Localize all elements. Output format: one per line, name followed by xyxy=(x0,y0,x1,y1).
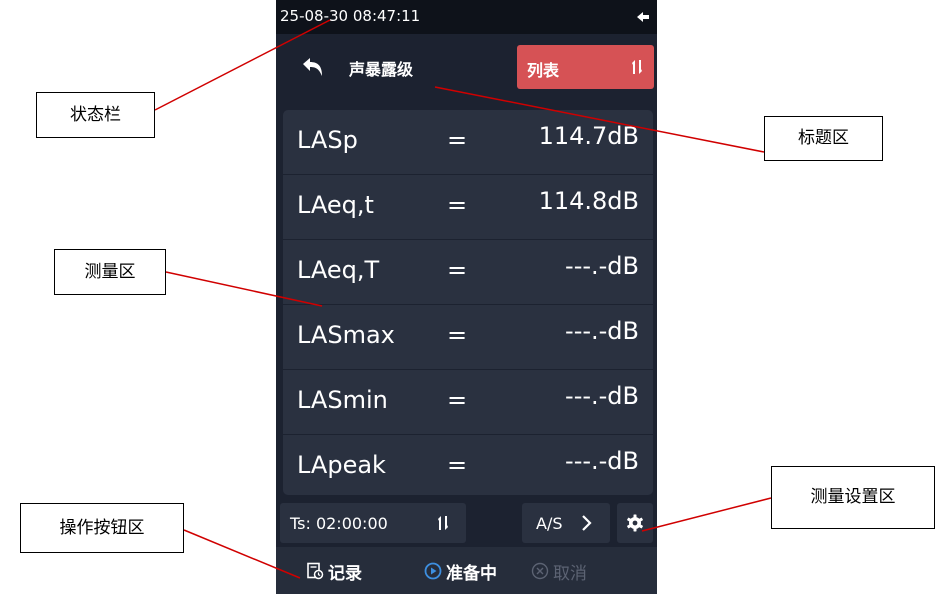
callout-title-area: 标题区 xyxy=(764,116,883,161)
measurement-name: LASmax xyxy=(297,321,395,349)
measurement-value: ---.-dB xyxy=(565,317,639,345)
callout-buttons-area: 操作按钮区 xyxy=(20,503,184,553)
ts-duration-button[interactable]: Ts: 02:00:00 xyxy=(280,503,466,543)
chevron-right-icon xyxy=(582,515,592,531)
record-icon xyxy=(307,562,324,580)
measurement-settings-bar: Ts: 02:00:00 A/S xyxy=(276,500,657,544)
equals-sign: = xyxy=(447,191,468,219)
cancel-button[interactable]: 取消 xyxy=(531,559,631,584)
list-view-button[interactable]: 列表 xyxy=(517,45,654,89)
measurement-value: 114.7dB xyxy=(538,122,639,150)
battery-charging-icon xyxy=(637,12,649,22)
measurement-row: LApeak = ---.-dB xyxy=(283,435,653,495)
action-button-bar: 记录 准备中 取消 xyxy=(276,547,657,594)
measurement-name: LAeq,T xyxy=(297,256,380,284)
equals-sign: = xyxy=(447,321,468,349)
weighting-label: A/S xyxy=(536,514,563,533)
measurement-value: 114.8dB xyxy=(538,187,639,215)
callout-settings-area: 测量设置区 xyxy=(771,466,935,529)
equals-sign: = xyxy=(447,386,468,414)
record-button[interactable]: 记录 xyxy=(306,559,386,584)
gear-icon xyxy=(627,514,643,532)
page-title: 声暴露级 xyxy=(349,60,414,79)
weighting-button[interactable]: A/S xyxy=(522,503,610,543)
ts-duration-label: Ts: 02:00:00 xyxy=(290,514,388,533)
callout-status-bar: 状态栏 xyxy=(36,92,155,138)
cancel-label: 取消 xyxy=(553,564,587,584)
measurement-value: ---.-dB xyxy=(565,252,639,280)
cancel-circle-icon xyxy=(531,562,549,580)
measurement-row: LAeq,t = 114.8dB xyxy=(283,175,653,240)
sort-icon xyxy=(632,60,642,74)
back-arrow-icon[interactable] xyxy=(300,56,326,78)
list-button-label: 列表 xyxy=(527,61,560,80)
measurement-row: LAeq,T = ---.-dB xyxy=(283,240,653,305)
measurement-value: ---.-dB xyxy=(565,447,639,475)
measurement-name: LASp xyxy=(297,126,358,154)
equals-sign: = xyxy=(447,126,468,154)
device-screen: 25-08-30 08:47:11 声暴露级 列表 LASp = 114.7dB… xyxy=(276,0,657,594)
equals-sign: = xyxy=(447,451,468,479)
status-time: 25-08-30 08:47:11 xyxy=(280,7,421,25)
ready-button[interactable]: 准备中 xyxy=(424,559,524,584)
record-label: 记录 xyxy=(328,564,362,584)
ready-label: 准备中 xyxy=(446,564,497,584)
status-bar: 25-08-30 08:47:11 xyxy=(276,0,657,34)
measurement-row: LASp = 114.7dB xyxy=(283,110,653,175)
title-bar: 声暴露级 列表 xyxy=(276,34,657,102)
sort-icon xyxy=(438,516,448,530)
equals-sign: = xyxy=(447,256,468,284)
measurement-list: LASp = 114.7dB LAeq,t = 114.8dB LAeq,T =… xyxy=(283,110,653,495)
measurement-value: ---.-dB xyxy=(565,382,639,410)
callout-measure-area: 测量区 xyxy=(54,249,166,295)
settings-button[interactable] xyxy=(617,503,653,543)
play-circle-icon xyxy=(424,562,442,580)
measurement-row: LASmin = ---.-dB xyxy=(283,370,653,435)
measurement-row: LASmax = ---.-dB xyxy=(283,305,653,370)
measurement-name: LAeq,t xyxy=(297,191,374,219)
measurement-name: LASmin xyxy=(297,386,388,414)
measurement-name: LApeak xyxy=(297,451,386,479)
